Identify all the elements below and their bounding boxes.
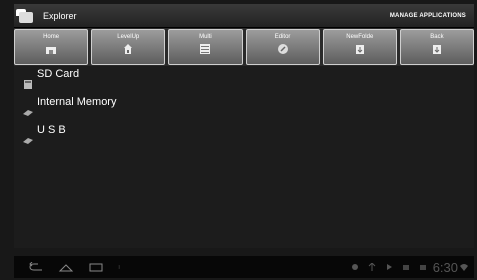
storage-item-label: U S B: [37, 124, 66, 136]
drive-icon: [23, 110, 33, 116]
media-status-icon: [386, 264, 392, 270]
toolbar: Home LevelUp Multi Editor NewFolde Back: [14, 28, 475, 66]
system-nav-bar: 6:30: [14, 256, 474, 278]
settings-status-icon: [351, 264, 358, 270]
recent-apps-icon[interactable]: [88, 262, 104, 272]
storage-item-sd-card[interactable]: SD Card: [14, 66, 474, 94]
multi-button-label: Multi: [199, 34, 212, 40]
download-status-icon: [402, 265, 409, 270]
app-title: Explorer: [43, 10, 77, 21]
download-status-icon: [419, 265, 426, 270]
home-nav-icon[interactable]: [58, 262, 74, 272]
level-up-button[interactable]: LevelUp: [91, 29, 166, 65]
new-folder-button-label: NewFolde: [346, 34, 374, 40]
back-button[interactable]: Back: [399, 29, 475, 65]
back-nav-icon[interactable]: [28, 262, 44, 272]
title-bar: Explorer MANAGE APPLICATIONS: [14, 4, 474, 28]
new-folder-button[interactable]: NewFolde: [322, 29, 397, 65]
multi-button[interactable]: Multi: [168, 29, 243, 65]
back-icon: [432, 45, 441, 54]
storage-list: SD Card Internal Memory U S B: [14, 66, 474, 248]
level-up-icon: [124, 44, 133, 54]
editor-button[interactable]: Editor: [245, 29, 320, 65]
explorer-app-icon: [16, 7, 38, 25]
usb-status-icon: [368, 263, 376, 271]
home-button[interactable]: Home: [14, 29, 89, 65]
home-icon: [46, 47, 57, 54]
storage-item-label: SD Card: [37, 68, 80, 80]
back-button-label: Back: [430, 34, 444, 40]
editor-icon: [277, 44, 288, 54]
home-button-label: Home: [43, 34, 60, 40]
manage-applications-button[interactable]: MANAGE APPLICATIONS: [390, 13, 466, 19]
level-up-button-label: LevelUp: [117, 34, 140, 40]
multi-select-icon: [200, 44, 211, 54]
editor-button-label: Editor: [274, 34, 291, 40]
clock: 6:30: [432, 259, 458, 275]
menu-icon[interactable]: [118, 262, 124, 272]
sd-card-icon: [24, 80, 32, 89]
drive-icon: [23, 138, 33, 144]
wifi-icon: [460, 264, 468, 271]
storage-item-label: Internal Memory: [37, 96, 117, 108]
screen: Explorer MANAGE APPLICATIONS Home LevelU…: [0, 0, 477, 280]
storage-item-usb[interactable]: U S B: [14, 122, 474, 150]
new-folder-icon: [355, 45, 364, 54]
storage-item-internal-memory[interactable]: Internal Memory: [14, 94, 474, 122]
